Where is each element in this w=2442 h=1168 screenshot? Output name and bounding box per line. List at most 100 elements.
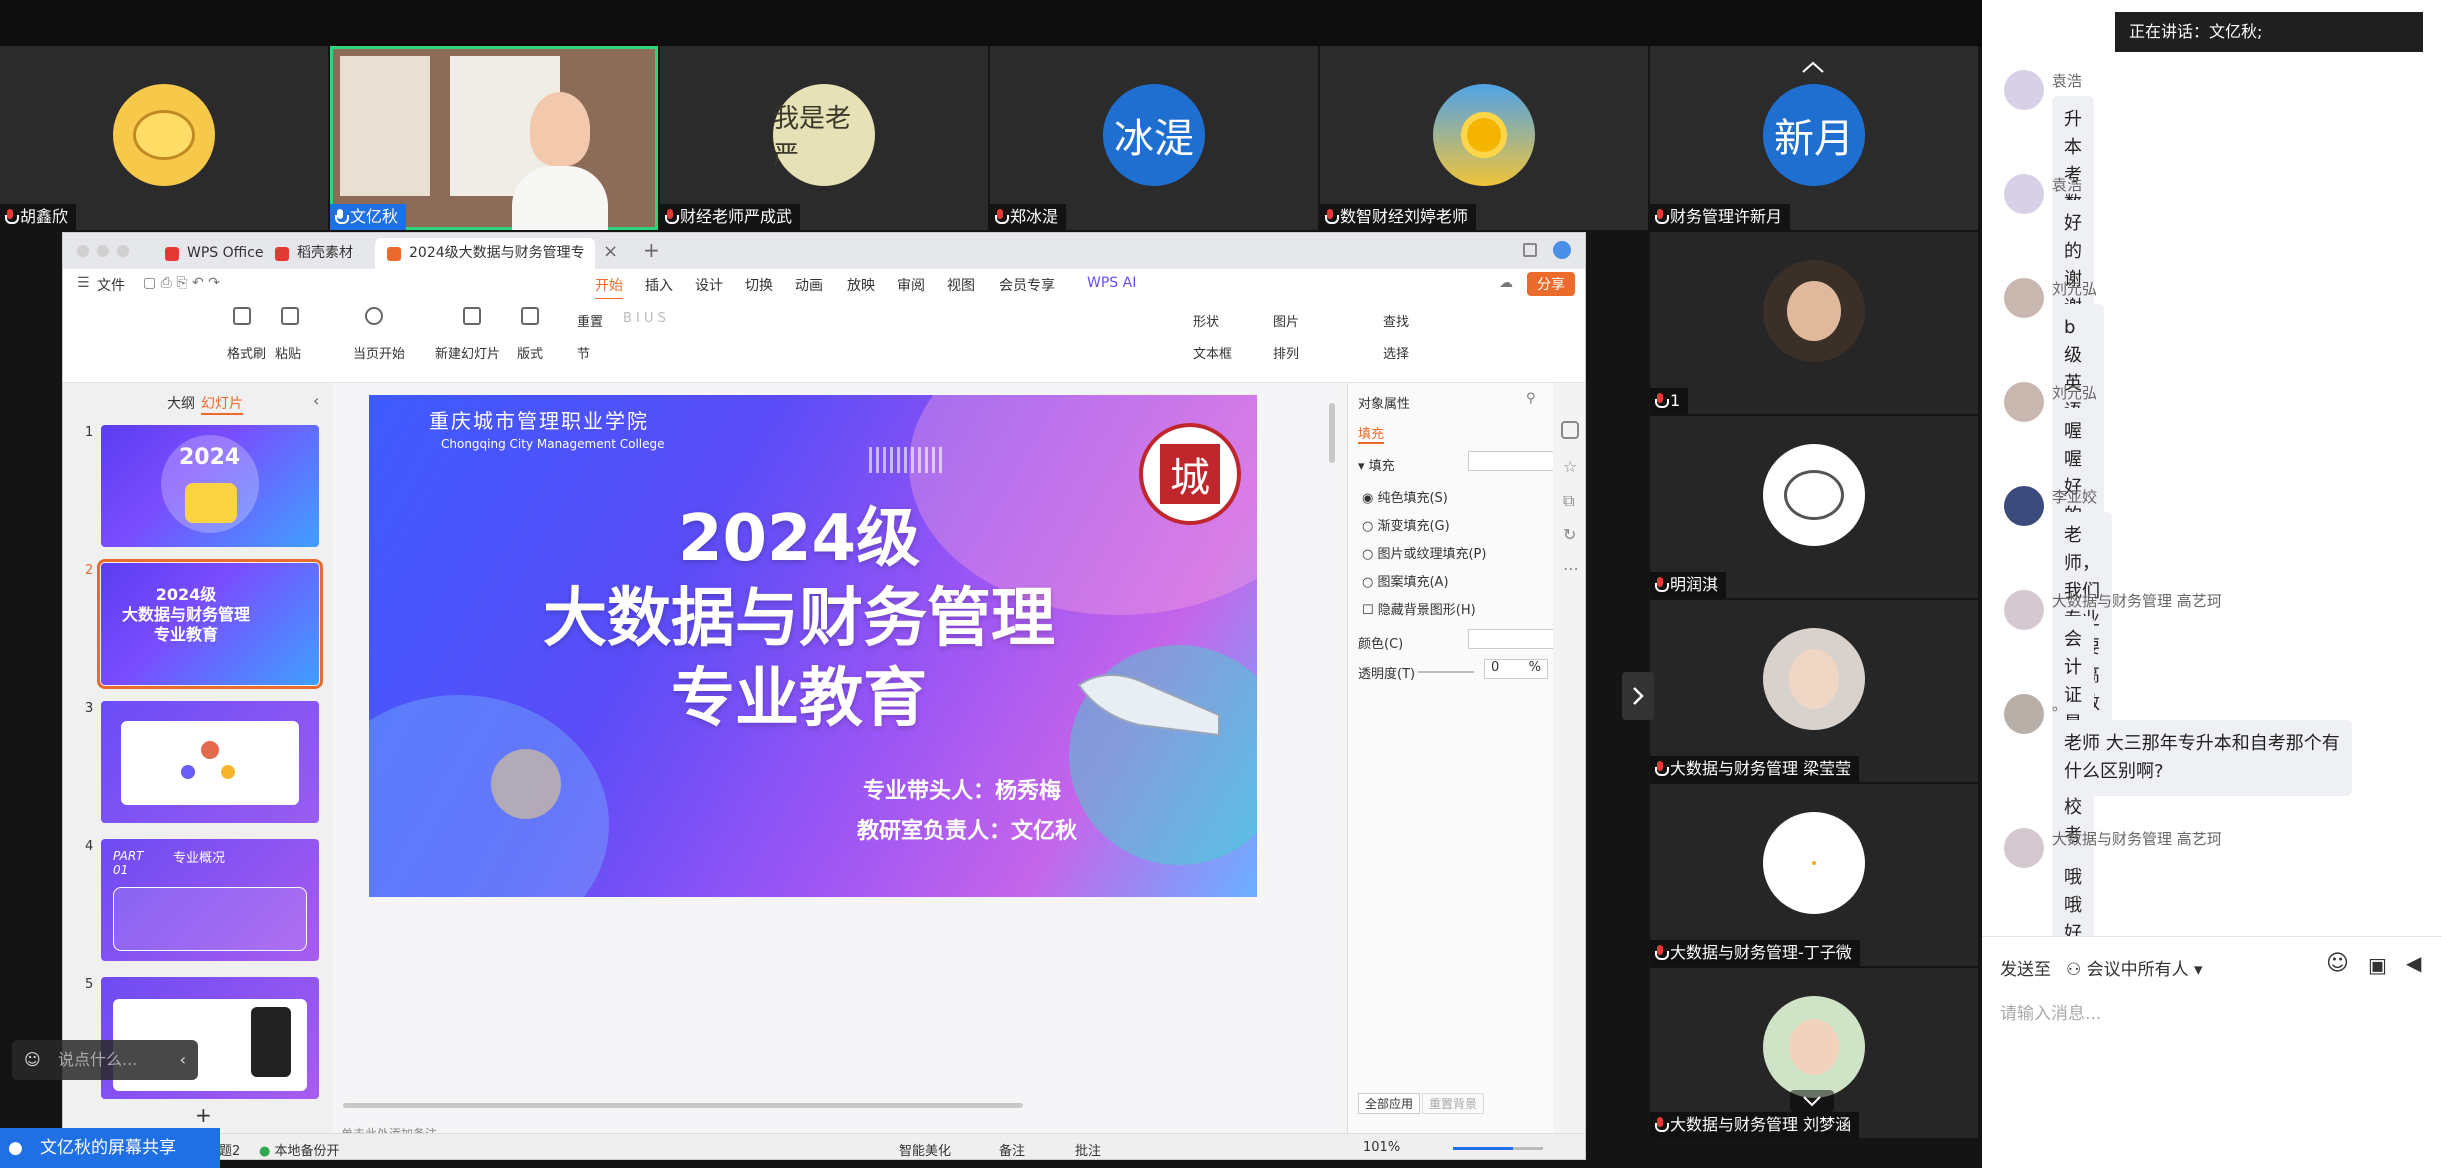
fill-pattern-radio[interactable]: ○ 图案填充(A): [1362, 571, 1449, 590]
layout-button[interactable]: 版式: [517, 343, 543, 362]
current-slide[interactable]: 重庆城市管理职业学院 Chongqing City Management Col…: [369, 395, 1257, 897]
new-tab-icon[interactable]: +: [643, 238, 660, 262]
video-face: [530, 92, 590, 166]
new-slide-button[interactable]: 新建幻灯片: [435, 343, 500, 362]
chevron-up-icon[interactable]: [1798, 58, 1828, 76]
participant-tile-active[interactable]: 文亿秋: [330, 46, 658, 230]
hamburger-icon[interactable]: ☰: [77, 275, 90, 291]
image-button[interactable]: 图片: [1273, 311, 1299, 330]
transparency-input[interactable]: 0%: [1484, 659, 1548, 679]
font-controls[interactable]: B I U S: [623, 311, 666, 326]
hide-background-checkbox[interactable]: ☐ 隐藏背景图形(H): [1362, 599, 1476, 618]
cloud-icon[interactable]: ☁: [1499, 275, 1513, 291]
tab-view[interactable]: 视图: [947, 275, 975, 295]
tab-review[interactable]: 审阅: [897, 275, 925, 295]
fill-solid-radio[interactable]: ◉ 纯色填充(S): [1362, 487, 1448, 506]
zoom-level[interactable]: 101%: [1363, 1140, 1400, 1155]
more-icon[interactable]: ⋯: [1563, 559, 1579, 578]
current-start-button[interactable]: 当页开始: [353, 343, 405, 362]
arrange-button[interactable]: 排列: [1273, 343, 1299, 362]
participant-tile[interactable]: 明润淇: [1650, 416, 1978, 598]
tab-fill[interactable]: 填充: [1358, 423, 1385, 444]
expand-panel-button[interactable]: [1622, 672, 1654, 720]
tab-home[interactable]: 开始: [595, 275, 623, 300]
shape-button[interactable]: 形状: [1193, 311, 1219, 330]
find-button[interactable]: 查找: [1383, 311, 1409, 330]
horizontal-scrollbar[interactable]: [333, 1101, 1343, 1109]
chat-input[interactable]: 请输入消息...: [2000, 999, 2424, 1149]
megaphone-icon[interactable]: ◀: [2406, 951, 2421, 975]
tab-wps-ai[interactable]: WPS AI: [1087, 275, 1136, 291]
tab-transition[interactable]: 切换: [745, 275, 773, 295]
avatar: [2004, 486, 2044, 526]
mic-icon: [1654, 1117, 1669, 1133]
reset-button[interactable]: 重置: [577, 311, 603, 330]
tab-slides[interactable]: 幻灯片: [201, 393, 243, 415]
emoji-icon[interactable]: ☺: [24, 1040, 41, 1080]
slide-thumbnail-selected[interactable]: 2024级 大数据与财务管理 专业教育: [97, 559, 323, 689]
screen-share-banner[interactable]: ● 文亿秋的屏幕共享: [0, 1128, 220, 1168]
slide-thumbnail[interactable]: PART 01 专业概况: [101, 839, 319, 961]
participant-name: 大数据与财务管理-丁子微: [1670, 943, 1852, 962]
tab-insert[interactable]: 插入: [645, 275, 673, 295]
tab-member[interactable]: 会员专享: [999, 275, 1055, 295]
tab-outline[interactable]: 大纲: [167, 393, 195, 413]
participant-name: 1: [1670, 391, 1681, 410]
say-input[interactable]: ☺ 说点什么... ‹: [12, 1040, 198, 1080]
send-to-select[interactable]: ⚇ 会议中所有人 ▾: [2066, 955, 2203, 980]
add-slide-icon[interactable]: +: [195, 1103, 212, 1127]
slide-thumbnail[interactable]: [101, 701, 319, 823]
transparency-slider[interactable]: [1418, 671, 1474, 673]
tab-slideshow[interactable]: 放映: [847, 275, 875, 295]
participant-tile[interactable]: 大数据与财务管理 刘梦涵: [1650, 968, 1978, 1138]
participant-tile[interactable]: 冰湜 郑冰湜: [990, 46, 1318, 230]
chevron-down-icon[interactable]: [1790, 1090, 1834, 1112]
slide-thumbnail[interactable]: 2024: [101, 425, 319, 547]
emoji-icon[interactable]: ☺: [2326, 951, 2349, 976]
notes-button[interactable]: 备注: [999, 1140, 1025, 1159]
vertical-scrollbar[interactable]: [1329, 403, 1335, 463]
participant-tile[interactable]: 新月 财务管理许新月: [1650, 46, 1978, 230]
slide-thumbnail[interactable]: [101, 977, 319, 1099]
participant-tile[interactable]: 数智财经刘婷老师: [1320, 46, 1648, 230]
copy-icon[interactable]: ⧉: [1563, 491, 1574, 511]
section-button[interactable]: 节: [577, 343, 590, 362]
file-menu[interactable]: 文件: [97, 275, 125, 295]
tab-animation[interactable]: 动画: [795, 275, 823, 295]
select-button[interactable]: 选择: [1383, 343, 1409, 362]
format-painter-button[interactable]: 格式刷: [227, 343, 266, 362]
reset-background-button[interactable]: 重置背景: [1422, 1093, 1485, 1114]
participant-tile[interactable]: 大数据与财务管理-丁子微: [1650, 784, 1978, 966]
close-tab-icon[interactable]: ×: [603, 241, 618, 262]
backup-status[interactable]: ● 本地备份开: [259, 1140, 340, 1159]
tab-docer[interactable]: 稻壳素材: [263, 238, 365, 269]
comment-button[interactable]: 批注: [1075, 1140, 1101, 1159]
user-avatar[interactable]: [1553, 241, 1571, 259]
quick-access-icons[interactable]: ▢ ⎙ ⎘ ↶ ↷: [143, 275, 220, 291]
apply-all-button[interactable]: 全部应用: [1358, 1093, 1421, 1114]
tab-wps-office[interactable]: WPS Office: [153, 238, 276, 269]
tab-design[interactable]: 设计: [695, 275, 723, 295]
robot-hand-image: [1069, 655, 1229, 745]
folder-icon[interactable]: ▣: [2368, 953, 2387, 977]
collapse-arrow-icon[interactable]: ‹: [180, 1040, 186, 1080]
fill-picture-radio[interactable]: ○ 图片或纹理填充(P): [1362, 543, 1486, 562]
participant-tile[interactable]: 大数据与财务管理 梁莹莹: [1650, 600, 1978, 782]
pin-icon[interactable]: ⚲: [1526, 391, 1536, 406]
paste-button[interactable]: 粘贴: [275, 343, 301, 362]
participant-tile[interactable]: 胡鑫欣: [0, 46, 328, 230]
window-icon[interactable]: [1523, 243, 1537, 257]
collapse-icon[interactable]: ‹: [313, 391, 319, 410]
textbox-button[interactable]: 文本框: [1193, 343, 1232, 362]
fill-gradient-radio[interactable]: ○ 渐变填充(G): [1362, 515, 1450, 534]
fill-section[interactable]: ▾ 填充: [1358, 455, 1395, 474]
tab-presentation[interactable]: 2024级大数据与财务管理专: [375, 238, 595, 269]
beautify-button[interactable]: 智能美化: [899, 1140, 951, 1159]
history-icon[interactable]: ↻: [1563, 525, 1576, 544]
participant-tile[interactable]: 我是老严 财经老师严成武: [660, 46, 988, 230]
participant-tile[interactable]: 1: [1650, 232, 1978, 414]
share-button[interactable]: 分享: [1527, 272, 1575, 296]
properties-icon[interactable]: [1561, 421, 1579, 439]
zoom-slider[interactable]: [1453, 1147, 1543, 1150]
star-icon[interactable]: ☆: [1563, 457, 1577, 476]
